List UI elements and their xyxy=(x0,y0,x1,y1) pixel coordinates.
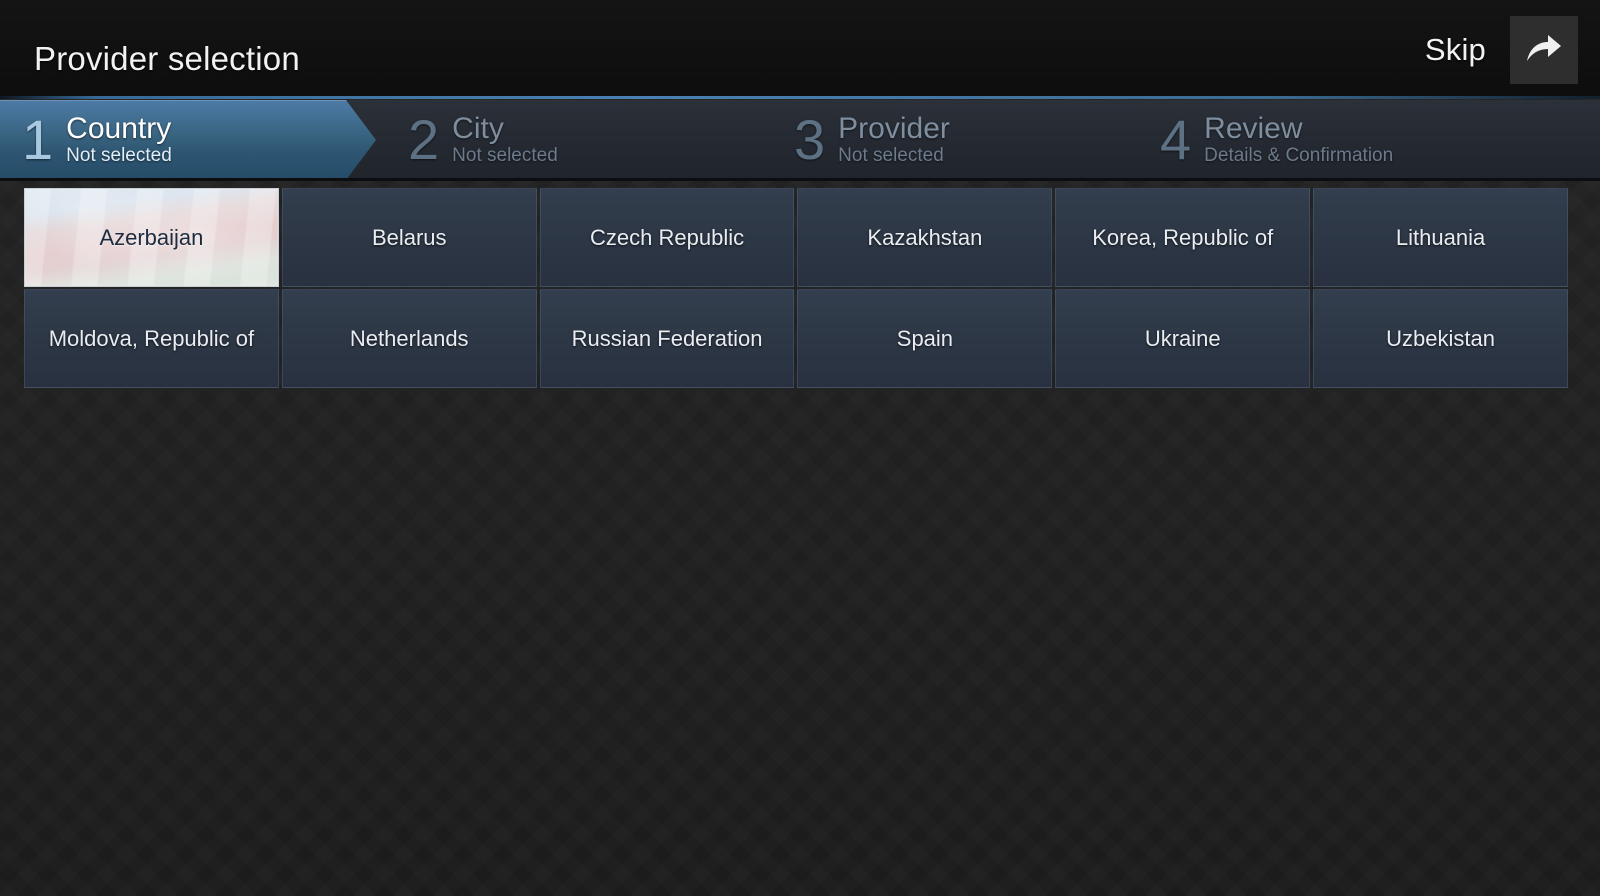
country-grid: Azerbaijan Belarus Czech Republic Kazakhsta… xyxy=(24,188,1568,388)
step-item-country[interactable]: 1 Country Not selected xyxy=(0,100,376,180)
country-name: Spain xyxy=(896,326,954,351)
step-sublabel: Not selected xyxy=(66,145,172,166)
step-number: 2 xyxy=(408,108,440,171)
step-item-review[interactable]: 4 Review Details & Confirmation xyxy=(1132,100,1532,180)
country-cell[interactable]: Kazakhstan xyxy=(797,188,1053,287)
country-cell[interactable]: Belarus xyxy=(281,188,537,287)
country-cell[interactable]: Korea, Republic of xyxy=(1055,188,1311,287)
country-name: Belarus xyxy=(371,225,447,250)
country-name: Kazakhstan xyxy=(867,225,983,250)
country-name: Czech Republic xyxy=(590,225,745,250)
forward-button[interactable] xyxy=(1510,15,1578,84)
country-cell[interactable]: Czech Republic xyxy=(539,188,795,287)
country-name: Netherlands xyxy=(349,326,469,351)
country-cell[interactable]: Spain xyxy=(797,289,1053,388)
country-cell[interactable]: Ukraine xyxy=(1055,289,1311,388)
step-number: 3 xyxy=(794,108,826,171)
step-item-city[interactable]: 2 City Not selected xyxy=(376,100,766,180)
country-cell[interactable]: Moldova, Republic of xyxy=(24,289,279,388)
step-number: 4 xyxy=(1160,108,1192,171)
title-bar-divider xyxy=(0,96,1600,99)
step-item-provider[interactable]: 3 Provider Not selected xyxy=(766,100,1132,180)
title-bar-actions: Skip xyxy=(1411,0,1600,99)
step-label: Review xyxy=(1204,112,1303,145)
country-cell[interactable]: Lithuania xyxy=(1313,188,1568,287)
step-sublabel: Not selected xyxy=(838,145,944,166)
country-name: Ukraine xyxy=(1144,326,1221,351)
country-cell[interactable]: Netherlands xyxy=(281,289,537,388)
forward-arrow-icon xyxy=(1525,33,1563,67)
step-number: 1 xyxy=(22,108,54,171)
country-name: Lithuania xyxy=(1395,225,1486,250)
country-name: Uzbekistan xyxy=(1386,326,1495,351)
step-bar-divider xyxy=(0,178,1600,181)
country-cell[interactable]: Uzbekistan xyxy=(1313,289,1568,388)
country-name: Moldova, Republic of xyxy=(48,326,255,351)
country-name: Russian Federation xyxy=(571,326,763,351)
step-breadcrumb-bar: 1 Country Not selected 2 City Not select… xyxy=(0,100,1600,180)
step-label: Provider xyxy=(838,112,950,145)
title-bar: Provider selection Skip xyxy=(0,0,1600,99)
country-name: Azerbaijan xyxy=(99,225,204,250)
country-cell[interactable]: Russian Federation xyxy=(539,289,795,388)
skip-button[interactable]: Skip xyxy=(1411,26,1500,74)
page-title: Provider selection xyxy=(34,40,300,77)
country-name: Korea, Republic of xyxy=(1092,225,1274,250)
step-sublabel: Not selected xyxy=(452,145,558,166)
step-label: Country xyxy=(66,112,172,145)
step-sublabel: Details & Confirmation xyxy=(1204,145,1394,166)
country-cell[interactable]: Azerbaijan xyxy=(24,188,279,287)
step-label: City xyxy=(452,112,504,145)
